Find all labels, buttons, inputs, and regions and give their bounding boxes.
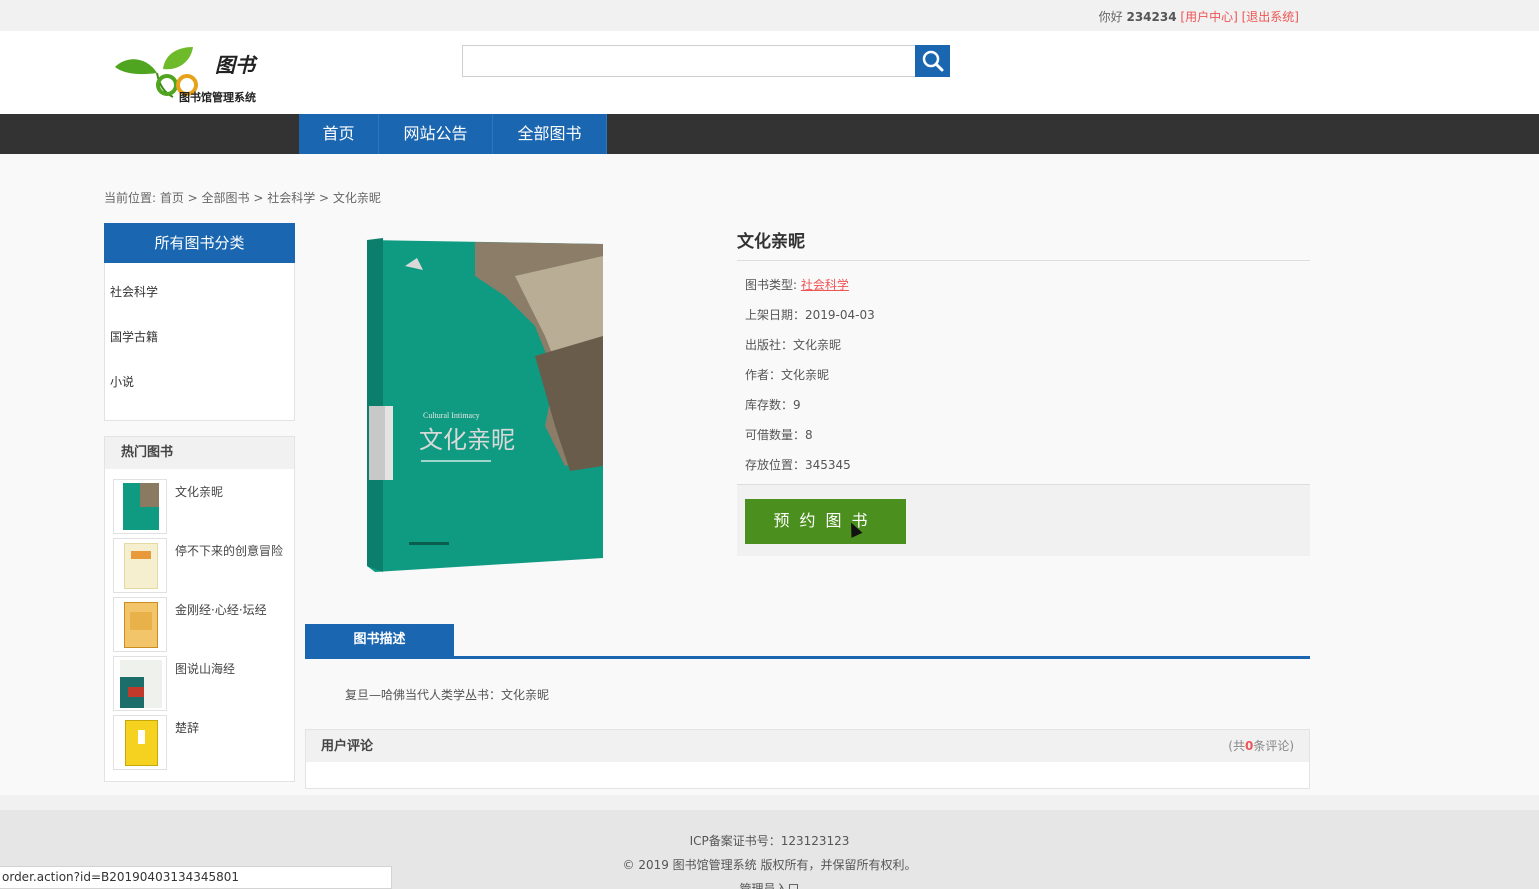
search-input[interactable] [462,45,916,77]
reserve-box: 预约图书 [737,484,1310,556]
book-stock: 库存数：9 [745,398,801,412]
status-bar-url: order.action?id=B20190403134345801 [0,866,392,889]
hot-books-panel: 热门图书 文化亲昵 停不下来的创意冒险 金刚经·心经·坛经 图说山海经 楚辞 [104,436,295,782]
hot-book-title[interactable]: 楚辞 [175,719,199,736]
greeting-text: 你好 [1098,10,1123,24]
category-item[interactable]: 小说 [105,373,294,418]
logo-subtitle: 图书馆管理系统 [179,91,256,104]
reserve-book-button[interactable]: 预约图书 [745,499,906,544]
hot-book-title[interactable]: 金刚经·心经·坛经 [175,601,267,618]
book-type-link[interactable]: 社会科学 [801,278,849,292]
hot-book-title[interactable]: 停不下来的创意冒险 [175,542,283,559]
username: 234234 [1126,10,1177,24]
hot-book-title[interactable]: 图说山海经 [175,660,235,677]
book-thumbnail[interactable] [113,597,167,652]
book-cover-image: Cultural Intimacy 文化亲昵 [365,236,605,576]
book-thumbnail[interactable] [113,715,167,770]
logout-link[interactable]: [退出系统] [1242,10,1299,24]
category-item[interactable]: 国学古籍 [105,328,294,373]
site-logo[interactable]: 图书 图书馆管理系统 [113,45,283,107]
book-date: 上架日期：2019-04-03 [745,308,875,322]
book-available: 可借数量：8 [745,428,813,442]
tab-description[interactable]: 图书描述 [305,624,454,656]
nav-all-books[interactable]: 全部图书 [493,114,607,154]
book-description: 复旦—哈佛当代人类学丛书：文化亲昵 [345,688,550,702]
footer-icp: ICP备案证书号：123123123 [689,834,850,848]
nav-announcements[interactable]: 网站公告 [379,114,493,154]
nav-home[interactable]: 首页 [299,114,379,154]
book-title: 文化亲昵 [737,224,1310,261]
comments-count: (共0条评论) [1228,730,1294,762]
breadcrumb: 当前位置: 首页 > 全部图书 > 社会科学 > 文化亲昵 [104,191,381,205]
book-cover-art: Cultural Intimacy 文化亲昵 [367,238,603,572]
book-tabs: 图书描述 [305,624,1310,659]
search-button[interactable] [915,45,950,77]
hot-book-item[interactable]: 金刚经·心经·坛经 [113,597,289,652]
comments-header: 用户评论 (共0条评论) [306,730,1309,762]
comments-title: 用户评论 [321,739,374,754]
cover-english-title: Cultural Intimacy [423,411,480,420]
header: 图书 图书馆管理系统 [0,31,1539,114]
book-publisher: 出版社：文化亲昵 [745,338,842,352]
book-location: 存放位置：345345 [745,458,851,472]
logo-word: 图书 [215,53,255,77]
hot-book-title[interactable]: 文化亲昵 [175,483,223,500]
book-thumbnail[interactable] [113,479,167,534]
user-info: 你好 234234 [用户中心] [退出系统] [1099,8,1299,25]
main-nav: 首页 网站公告 全部图书 [0,114,1539,154]
book-type-label: 图书类型: [745,278,798,292]
book-author: 作者：文化亲昵 [745,368,830,382]
hot-book-item[interactable]: 文化亲昵 [113,479,289,534]
hot-book-item[interactable]: 楚辞 [113,715,289,770]
comments-panel: 用户评论 (共0条评论) [305,729,1310,789]
comments-count-suffix: 条评论) [1253,739,1294,753]
top-bar: 你好 234234 [用户中心] [退出系统] [0,0,1539,31]
category-sidebar: 所有图书分类 社会科学 国学古籍 小说 [104,223,295,421]
book-thumbnail[interactable] [113,656,167,711]
hot-books-header: 热门图书 [105,437,294,469]
category-header: 所有图书分类 [104,223,295,263]
user-center-link[interactable]: [用户中心] [1180,10,1237,24]
book-detail: 文化亲昵 图书类型: 社会科学 上架日期：2019-04-03 出版社：文化亲昵… [737,224,1310,472]
search-icon [922,50,944,72]
hot-book-item[interactable]: 停不下来的创意冒险 [113,538,289,593]
comments-count-prefix: (共 [1228,739,1245,753]
cover-chinese-title: 文化亲昵 [419,426,515,454]
hot-book-item[interactable]: 图说山海经 [113,656,289,711]
book-thumbnail[interactable] [113,538,167,593]
book-type-row: 图书类型: 社会科学 [745,276,849,293]
category-item[interactable]: 社会科学 [105,283,294,328]
category-list: 社会科学 国学古籍 小说 [104,263,295,421]
